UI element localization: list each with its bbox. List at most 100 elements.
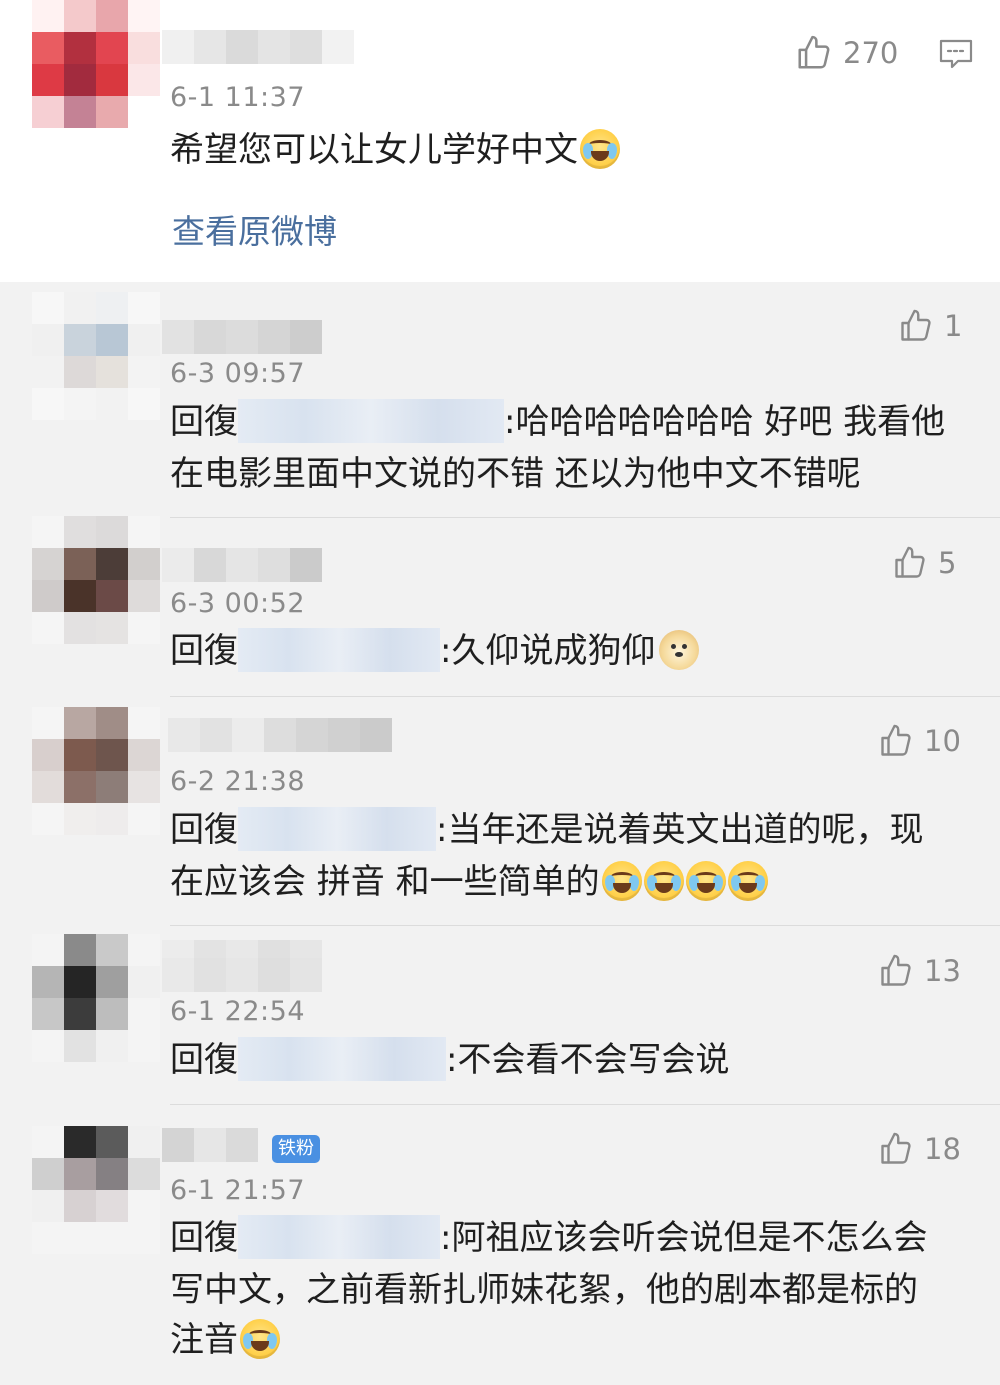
avatar-mosaic-cell — [32, 966, 64, 998]
avatar-mosaic-cell — [128, 0, 160, 32]
avatar[interactable] — [32, 292, 160, 420]
avatar-mosaic-cell — [96, 388, 128, 420]
avatar-mosaic-cell — [128, 612, 160, 644]
avatar-mosaic-cell — [64, 388, 96, 420]
avatar-mosaic-cell — [32, 580, 64, 612]
avatar-mosaic-cell — [96, 292, 128, 324]
reply-to-username-blurred[interactable] — [238, 1036, 446, 1081]
avatar-mosaic-cell — [96, 324, 128, 356]
view-original-weibo-link[interactable]: 查看原微博 — [172, 205, 337, 253]
thumbs-up-icon — [892, 545, 928, 581]
username-blurred[interactable] — [168, 718, 392, 752]
avatar-mosaic-cell — [128, 966, 160, 998]
avatar-mosaic-cell — [32, 548, 64, 580]
avatar-mosaic-cell — [64, 966, 96, 998]
comment-text: 写中文，之前看新扎师妹花絮，他的剧本都是标的 — [170, 1264, 918, 1316]
username-blurred[interactable] — [162, 1128, 258, 1162]
avatar-mosaic-cell — [64, 934, 96, 966]
avatar[interactable] — [32, 0, 160, 128]
like-count: 18 — [924, 1132, 961, 1166]
avatar-mosaic-cell — [64, 580, 96, 612]
avatar-mosaic-cell — [32, 998, 64, 1030]
comment-time: 6-1 21:57 — [170, 1175, 305, 1206]
comment-icon[interactable] — [938, 38, 974, 74]
avatar-mosaic-cell — [128, 998, 160, 1030]
avatar-mosaic-cell — [64, 803, 96, 835]
divider — [170, 1104, 1000, 1105]
avatar-mosaic-cell — [96, 803, 128, 835]
comment-text: 回復:不会看不会写会说 — [170, 1034, 729, 1086]
comment-time: 6-2 21:38 — [170, 766, 305, 797]
avatar-mosaic-cell — [96, 0, 128, 32]
avatar-mosaic-cell — [32, 1190, 64, 1222]
reply-to-username-blurred[interactable] — [238, 1214, 440, 1259]
avatar-mosaic-cell — [32, 1222, 64, 1254]
laugh-cry-emoji-icon — [601, 860, 642, 901]
avatar-mosaic-cell — [128, 388, 160, 420]
avatar-mosaic-cell — [32, 934, 64, 966]
reply-to-username-blurred[interactable] — [238, 398, 504, 443]
avatar-mosaic-cell — [32, 771, 64, 803]
avatar-mosaic-cell — [32, 516, 64, 548]
reply-to-username-blurred[interactable] — [238, 806, 436, 851]
avatar[interactable] — [32, 516, 160, 644]
thumbs-up-icon — [878, 1131, 914, 1167]
like-button[interactable]: 10 — [878, 723, 961, 759]
reply-to-username-blurred[interactable] — [238, 627, 440, 672]
avatar-mosaic-cell — [32, 356, 64, 388]
like-count: 10 — [924, 724, 961, 758]
avatar-mosaic-cell — [96, 96, 128, 128]
avatar-mosaic-cell — [64, 32, 96, 64]
avatar-mosaic-cell — [64, 1158, 96, 1190]
comment-text: 回復:阿祖应该会听会说但是不怎么会 — [170, 1212, 927, 1264]
avatar[interactable] — [32, 1126, 160, 1254]
avatar-mosaic-cell — [64, 516, 96, 548]
laugh-cry-emoji-icon — [685, 860, 726, 901]
avatar-mosaic-cell — [64, 1190, 96, 1222]
avatar[interactable] — [32, 934, 160, 1062]
comment-text-line: :阿祖应该会听会说但是不怎么会 — [440, 1218, 928, 1258]
comment-text-line: 在电影里面中文说的不错 还以为他中文不错呢 — [170, 454, 861, 494]
like-button[interactable]: 18 — [878, 1131, 961, 1167]
username-blurred[interactable] — [162, 320, 322, 354]
avatar-mosaic-cell — [64, 1030, 96, 1062]
username-blurred — [162, 958, 322, 992]
like-button[interactable]: 270 — [795, 34, 898, 72]
avatar-mosaic-cell — [32, 388, 64, 420]
avatar-mosaic-cell — [128, 64, 160, 96]
avatar-mosaic-cell — [64, 1126, 96, 1158]
comment-text-line: :不会看不会写会说 — [446, 1040, 730, 1080]
laugh-cry-emoji-icon — [240, 1318, 280, 1359]
avatar-mosaic-cell — [128, 1158, 160, 1190]
comment-time: 6-1 11:37 — [170, 82, 305, 113]
avatar-mosaic-cell — [32, 1126, 64, 1158]
avatar-mosaic-cell — [96, 739, 128, 771]
avatar-mosaic-cell — [32, 292, 64, 324]
avatar-mosaic-cell — [128, 356, 160, 388]
like-button[interactable]: 5 — [892, 545, 956, 581]
avatar-mosaic-cell — [64, 739, 96, 771]
like-button[interactable]: 13 — [878, 953, 961, 989]
avatar-mosaic-cell — [96, 1222, 128, 1254]
thumbs-up-icon — [795, 34, 833, 72]
avatar-mosaic-cell — [128, 580, 160, 612]
username-blurred[interactable] — [162, 548, 322, 582]
comment-text-line: 写中文，之前看新扎师妹花絮，他的剧本都是标的 — [170, 1270, 918, 1310]
avatar-mosaic-cell — [96, 934, 128, 966]
avatar-mosaic-cell — [128, 1126, 160, 1158]
avatar-mosaic-cell — [32, 96, 64, 128]
avatar-mosaic-cell — [64, 96, 96, 128]
comment-text: 回復:当年还是说着英文出道的呢，现 — [170, 804, 923, 856]
like-button[interactable]: 1 — [898, 308, 962, 344]
reply-prefix: 回復 — [170, 810, 238, 850]
reply-prefix: 回復 — [170, 631, 238, 671]
avatar[interactable] — [32, 707, 160, 835]
avatar-mosaic-cell — [96, 64, 128, 96]
avatar-mosaic-cell — [64, 771, 96, 803]
username-blurred[interactable] — [162, 30, 354, 64]
avatar-mosaic-cell — [128, 96, 160, 128]
avatar-mosaic-cell — [128, 934, 160, 966]
thumbs-up-icon — [878, 723, 914, 759]
avatar-mosaic-cell — [64, 64, 96, 96]
avatar-mosaic-cell — [128, 1030, 160, 1062]
